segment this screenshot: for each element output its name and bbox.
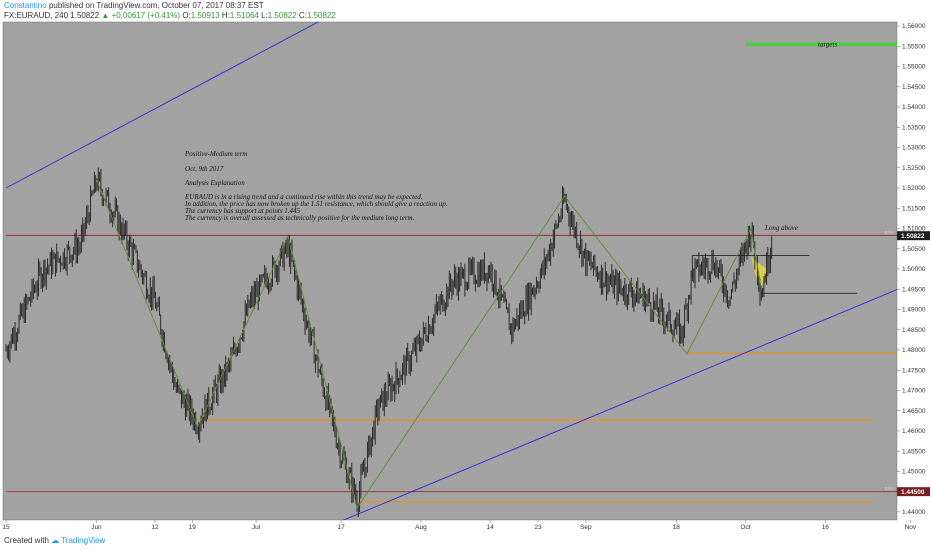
y-tick-label: 1.48000 xyxy=(902,347,926,354)
y-tick-label: 1.53500 xyxy=(902,124,926,131)
esa-tag: ESA xyxy=(885,486,894,491)
created-with-text: Created with xyxy=(4,536,49,545)
y-tick-label: 1.47500 xyxy=(902,367,926,374)
y-tick-label: 1.45500 xyxy=(902,448,926,455)
y-tick-label: 1.50000 xyxy=(902,266,926,273)
y-tick-label: 1.49000 xyxy=(902,307,926,314)
time-axis[interactable] xyxy=(3,520,897,533)
y-tick-label: 1.55500 xyxy=(902,43,926,50)
targets-label: targets xyxy=(818,41,837,49)
y-tick-label: 1.47000 xyxy=(902,388,926,395)
y-tick-label: 1.44000 xyxy=(902,509,926,516)
x-tick-label: 18 xyxy=(673,524,681,531)
long-above-label: Long above xyxy=(764,224,798,232)
x-tick-label: Jun xyxy=(91,524,102,531)
x-tick-label: Nov xyxy=(905,524,917,531)
y-tick-label: 1.52500 xyxy=(902,165,926,172)
y-tick-label: 1.46000 xyxy=(902,428,926,435)
y-tick-label: 1.52000 xyxy=(902,185,926,192)
y-tick-label: 1.48500 xyxy=(902,327,926,334)
x-tick-label: 15 xyxy=(2,524,10,531)
created-with: Created with ☁ TradingView xyxy=(4,535,105,547)
y-tick-label: 1.46500 xyxy=(902,408,926,415)
x-tick-label: 12 xyxy=(151,524,159,531)
esa-tag: ESA xyxy=(885,230,894,235)
chart-footer: Created with ☁ TradingView xyxy=(0,533,932,550)
y-tick-label: 1.56000 xyxy=(902,23,926,30)
x-tick-label: 17 xyxy=(338,524,346,531)
y-tick-label: 1.49500 xyxy=(902,286,926,293)
x-tick-label: 16 xyxy=(822,524,830,531)
x-tick-label: 19 xyxy=(189,524,197,531)
price-tag-label: 1.44500 xyxy=(901,489,925,496)
y-tick-label: 1.51500 xyxy=(902,205,926,212)
annotation-heading: Oct, 9th 2017 xyxy=(185,165,224,173)
x-tick-label: Jul xyxy=(252,524,261,531)
x-tick-label: Sep xyxy=(580,524,592,531)
x-tick-label: Oct xyxy=(740,524,750,531)
y-tick-label: 1.55000 xyxy=(902,64,926,71)
y-tick-label: 1.50500 xyxy=(902,246,926,253)
y-tick-label: 1.54500 xyxy=(902,84,926,91)
y-tick-label: 1.53000 xyxy=(902,145,926,152)
x-tick-label: Aug xyxy=(415,524,427,531)
annotation-heading: Positive-Medium term xyxy=(184,150,247,158)
x-tick-label: 14 xyxy=(487,524,495,531)
tradingview-logo-icon: ☁ xyxy=(51,536,60,545)
y-tick-label: 1.45000 xyxy=(902,469,926,476)
price-tag-label: 1.50822 xyxy=(901,233,925,240)
x-tick-label: 23 xyxy=(534,524,542,531)
tradingview-link[interactable]: TradingView xyxy=(61,536,105,545)
price-chart[interactable]: 1.56000 1.55500 1.55000 1.54500 1.54000 1.535… xyxy=(0,0,932,550)
annotation-text: The currency is overall assessed as tech… xyxy=(185,214,415,222)
y-tick-label: 1.54000 xyxy=(902,104,926,111)
annotation-heading: Analysis Explanation xyxy=(184,179,245,187)
